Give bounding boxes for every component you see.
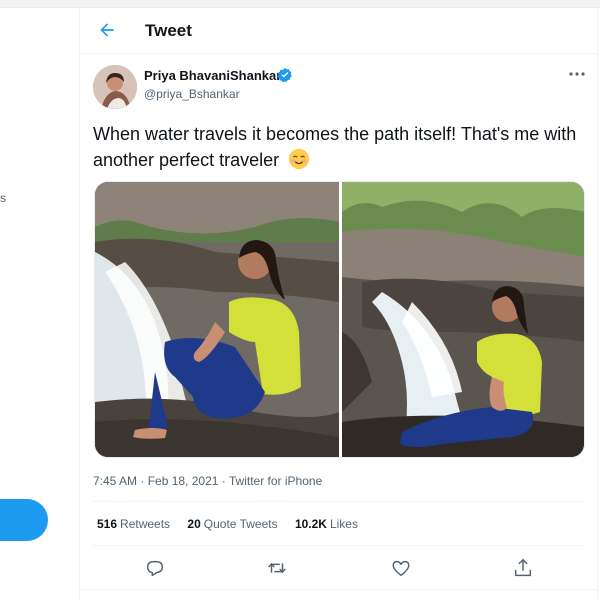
browser-top-strip [0,0,600,8]
tweet-photo-1[interactable] [95,182,339,458]
divider [80,589,598,590]
tweet-media [94,181,585,458]
likes-stat[interactable]: 10.2K Likes [295,517,358,531]
reply-icon[interactable] [144,557,166,579]
page-header: Tweet [80,8,598,54]
likes-count: 10.2K [294,517,327,531]
compose-tweet-button[interactable] [0,499,48,541]
page-title: Tweet [145,21,192,40]
quote-tweets-count: 20 [187,517,201,531]
like-icon[interactable] [390,557,412,579]
tweet-timestamp[interactable]: 7:45 AM · Feb 18, 2021 · Twitter for iPh… [93,474,322,488]
quote-tweets-label: Quote Tweets [203,517,278,531]
retweet-icon[interactable] [266,557,288,579]
tweet-text: When water travels it becomes the path i… [93,121,583,173]
tweet-detail-column: Tweet Priya BhavaniShankar @priya_Bshank… [79,8,598,600]
avatar[interactable] [93,65,137,109]
author-name[interactable]: Priya BhavaniShankar [144,68,281,83]
retweets-label: Retweets [120,517,171,531]
author-handle[interactable]: @priya_Bshankar [144,87,240,101]
quote-tweets-stat[interactable]: 20 Quote Tweets [187,517,277,531]
smiling-face-icon [289,148,310,170]
divider [93,545,585,546]
arrow-left-icon[interactable] [97,20,117,40]
tweet-photo-2[interactable] [342,182,585,458]
retweets-stat[interactable]: 516 Retweets [97,517,170,531]
retweets-count: 516 [97,517,118,531]
engagement-stats: 516 Retweets 20 Quote Tweets 10.2K Likes [97,517,372,531]
sidebar-text-fragment: s [0,191,6,205]
divider [93,501,585,502]
tweet-text-content: When water travels it becomes the path i… [93,124,577,170]
likes-label: Likes [329,517,358,531]
more-options-icon[interactable] [568,71,586,77]
verified-badge-icon [277,68,292,83]
share-icon[interactable] [512,557,534,579]
left-sidebar: s [0,8,79,600]
